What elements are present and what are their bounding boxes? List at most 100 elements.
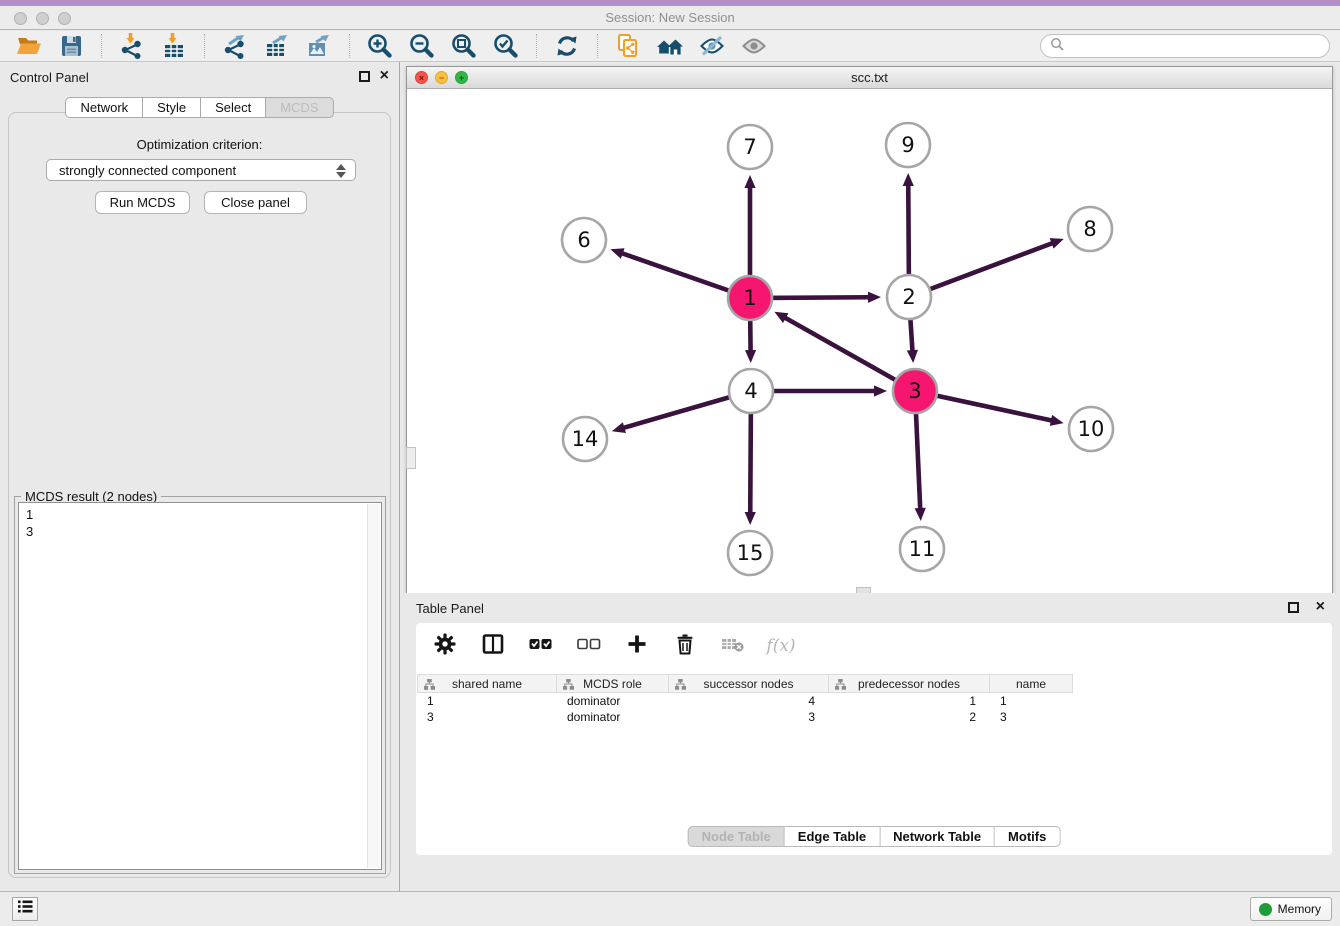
task-history-button[interactable]: [12, 897, 38, 921]
memory-status-icon: [1259, 903, 1272, 916]
node-table-content: f(x) shared nameMCDS role successor nodes…: [416, 623, 1332, 855]
import-table-button[interactable]: [158, 32, 190, 60]
column-header-label: successor nodes: [703, 677, 793, 691]
export-image-button[interactable]: [303, 32, 335, 60]
mcds-result-groupbox: MCDS result (2 nodes) 13: [14, 496, 386, 874]
add-column-button[interactable]: [625, 634, 649, 658]
zoom-in-button[interactable]: [364, 32, 396, 60]
mcds-result-textarea[interactable]: 13: [18, 502, 382, 870]
import-network-button[interactable]: [116, 32, 148, 60]
result-line: 3: [26, 523, 374, 540]
save-session-button[interactable]: [55, 32, 87, 60]
clone-network-icon: [615, 33, 641, 59]
result-scrollbar[interactable]: [367, 504, 380, 868]
delete-table-button[interactable]: [721, 634, 745, 658]
column-hierarchy-icon: [424, 679, 435, 690]
export-table-button[interactable]: [261, 32, 293, 60]
home-networks-button[interactable]: [654, 32, 686, 60]
control-panel-float-button[interactable]: [359, 71, 370, 82]
edge-arrowhead: [612, 422, 626, 433]
zoom-out-icon: [409, 33, 435, 59]
toolbar-separator: [349, 34, 350, 58]
export-network-button[interactable]: [219, 32, 251, 60]
window-accent-strip: [0, 0, 1340, 6]
table-row[interactable]: 1dominator411: [417, 693, 1331, 709]
edge-arrowhead: [1050, 415, 1064, 426]
zoom-fit-button[interactable]: [448, 32, 480, 60]
edge-arrowhead: [1050, 238, 1064, 248]
vertical-scrollbar-handle[interactable]: [406, 447, 416, 469]
node-label-1: 1: [743, 286, 756, 310]
hide-details-button[interactable]: [696, 32, 728, 60]
table-body: 1dominator4113dominator323: [417, 693, 1331, 725]
search-field: [1040, 34, 1330, 58]
memory-button-label: Memory: [1278, 902, 1321, 916]
tab-motifs[interactable]: Motifs: [995, 826, 1060, 847]
control-panel-title: Control Panel: [10, 70, 89, 85]
edge-arrowhead: [903, 173, 914, 186]
cell-shared-name: 3: [417, 709, 557, 725]
export-network-icon: [222, 33, 248, 59]
delete-column-button[interactable]: [673, 634, 697, 658]
memory-button[interactable]: Memory: [1250, 897, 1332, 921]
table-tabs: Node TableEdge TableNetwork TableMotifs: [688, 826, 1061, 847]
run-mcds-button[interactable]: Run MCDS: [95, 191, 190, 214]
column-header-successor-nodes[interactable]: successor nodes: [668, 674, 829, 693]
node-label-11: 11: [909, 537, 936, 561]
column-hierarchy-icon: [675, 679, 686, 690]
tab-network[interactable]: Network: [65, 97, 143, 118]
optimization-criterion-select[interactable]: strongly connected component: [46, 159, 356, 181]
deselect-all-button[interactable]: [577, 634, 601, 658]
column-hierarchy-icon: [835, 679, 846, 690]
zoom-selected-button[interactable]: [490, 32, 522, 60]
cell-MCDS-role: dominator: [557, 709, 669, 725]
toolbar-separator: [101, 34, 102, 58]
column-header-MCDS-role[interactable]: MCDS role: [556, 674, 669, 693]
network-window-title: scc.txt: [407, 70, 1332, 85]
column-selector-button[interactable]: [481, 634, 505, 658]
tab-node-table[interactable]: Node Table: [688, 826, 785, 847]
network-window-titlebar[interactable]: × − + scc.txt: [407, 67, 1332, 89]
column-header-name[interactable]: name: [989, 674, 1073, 693]
table-row[interactable]: 3dominator323: [417, 709, 1331, 725]
close-panel-button[interactable]: Close panel: [204, 191, 307, 214]
search-input[interactable]: [1069, 36, 1329, 56]
column-header-predecessor-nodes[interactable]: predecessor nodes: [828, 674, 990, 693]
zoom-selected-icon: [493, 33, 519, 59]
tab-select[interactable]: Select: [201, 97, 266, 118]
open-file-icon: [16, 33, 42, 59]
column-header-shared-name[interactable]: shared name: [417, 674, 557, 693]
node-label-7: 7: [743, 135, 756, 159]
refresh-icon: [554, 33, 580, 59]
table-panel-float-button[interactable]: [1288, 602, 1299, 613]
tab-network-table[interactable]: Network Table: [880, 826, 995, 847]
add-column-icon: [626, 633, 648, 660]
select-all-button[interactable]: [529, 634, 553, 658]
zoom-out-button[interactable]: [406, 32, 438, 60]
tab-mcds[interactable]: MCDS: [266, 97, 333, 118]
tab-style[interactable]: Style: [143, 97, 201, 118]
control-panel-close-button[interactable]: ×: [380, 69, 389, 83]
cell-successor-nodes: 3: [669, 709, 829, 725]
table-panel-close-button[interactable]: ×: [1316, 600, 1325, 614]
result-line: 1: [26, 506, 374, 523]
refresh-button[interactable]: [551, 32, 583, 60]
function-builder-button[interactable]: f(x): [769, 634, 793, 658]
column-header-label: name: [1016, 677, 1046, 691]
edge-arrowhead: [745, 350, 756, 363]
save-session-icon: [58, 33, 84, 59]
column-selector-icon: [482, 633, 504, 660]
network-canvas[interactable]: 7968124314101511: [407, 89, 1332, 593]
show-details-button[interactable]: [738, 32, 770, 60]
control-panel-tabs: NetworkStyleSelectMCDS: [0, 97, 399, 118]
edge-arrowhead: [745, 512, 756, 525]
settings-gear-button[interactable]: [433, 634, 457, 658]
zoom-fit-icon: [451, 33, 477, 59]
tab-edge-table[interactable]: Edge Table: [785, 826, 880, 847]
open-file-button[interactable]: [13, 32, 45, 60]
main-toolbar: [0, 31, 1340, 62]
edge-arrowhead: [907, 350, 918, 363]
table-header-row: shared nameMCDS role successor nodes prede…: [417, 674, 1331, 693]
node-label-15: 15: [737, 541, 764, 565]
clone-network-button[interactable]: [612, 32, 644, 60]
